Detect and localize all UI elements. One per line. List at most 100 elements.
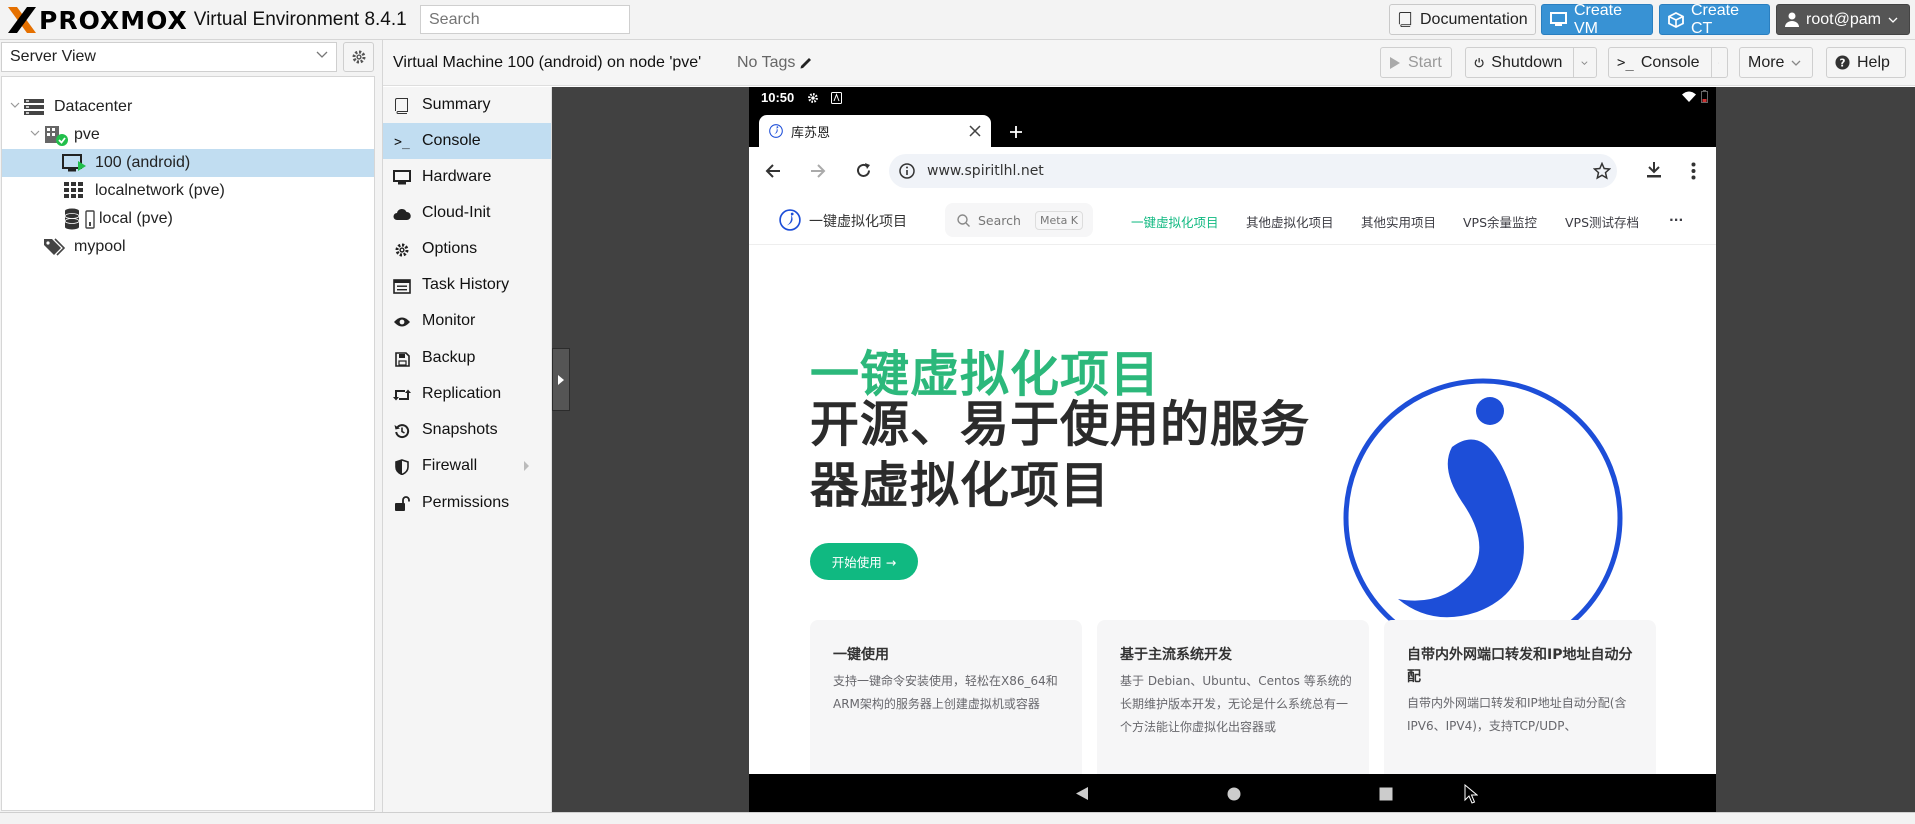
close-icon[interactable] <box>969 125 981 137</box>
search-icon <box>957 214 970 227</box>
star-icon[interactable] <box>1593 162 1611 180</box>
nav-monitor[interactable]: Monitor <box>383 303 551 339</box>
chevron-down-icon[interactable] <box>1717 60 1719 66</box>
view-selector[interactable]: Server View <box>1 42 337 72</box>
site-search-button[interactable]: Search Meta K <box>945 203 1093 237</box>
feature-card-title: 自带内外网端口转发和IP地址自动分配 <box>1407 647 1633 685</box>
browser-tab[interactable]: 库苏恩 <box>759 115 991 147</box>
tree-item-label: mypool <box>74 238 126 255</box>
info-circle-icon[interactable] <box>899 163 915 179</box>
top-header: PROXMOX Virtual Environment 8.4.1 Docume… <box>0 0 1915 40</box>
collapse-chevron-icon[interactable] <box>30 130 40 137</box>
tree-item-vm-100[interactable]: 100 (android) <box>2 149 374 177</box>
nav-summary[interactable]: Summary <box>383 87 551 123</box>
vnc-console[interactable]: 10:50 库苏恩 www.spiritlhl.net 一键虚拟化项目 Sear… <box>552 87 1915 812</box>
web-page[interactable]: 一键虚拟化项目 Search Meta K 一键虚拟化项目 其他虚拟化项目 其他… <box>749 195 1716 774</box>
reload-icon[interactable] <box>855 162 872 179</box>
nav-permissions[interactable]: Permissions <box>383 485 551 521</box>
create-ct-button[interactable]: Create CT <box>1659 1 1770 37</box>
user-label: root@pam <box>1806 10 1881 28</box>
nav-console[interactable]: >_ Console <box>383 123 551 159</box>
proxmox-x-icon <box>8 7 36 33</box>
nav-firewall[interactable]: Firewall <box>383 448 551 484</box>
svg-text:?: ? <box>1840 57 1846 69</box>
collapse-chevron-icon[interactable] <box>10 102 20 109</box>
mouse-cursor-icon <box>1464 784 1478 804</box>
site-navbar: 一键虚拟化项目 Search Meta K 一键虚拟化项目 其他虚拟化项目 其他… <box>749 195 1716 245</box>
tree-item-local-storage[interactable]: local (pve) <box>2 205 374 233</box>
site-brand[interactable]: 一键虚拟化项目 <box>809 211 907 231</box>
tree-item-label: Datacenter <box>54 98 133 115</box>
feature-card-desc: 自带内外网端口转发和IP地址自动分配(含IPV6、IPV4)，支持TCP/UDP… <box>1407 696 1627 733</box>
site-nav-link-active[interactable]: 一键虚拟化项目 <box>1131 212 1219 231</box>
node-online-icon <box>45 126 68 146</box>
create-vm-button[interactable]: Create VM <box>1541 2 1653 37</box>
nav-cloud-init[interactable]: Cloud-Init <box>383 195 551 231</box>
android-back-icon[interactable] <box>1075 786 1089 801</box>
forward-arrow-icon[interactable] <box>810 163 826 179</box>
nav-backup[interactable]: Backup <box>383 340 551 376</box>
nav-snapshots[interactable]: Snapshots <box>383 412 551 448</box>
tree-item-pve[interactable]: pve <box>2 121 374 149</box>
terminal-icon: >_ <box>1617 54 1634 71</box>
user-menu-button[interactable]: root@pam <box>1776 4 1910 35</box>
nav-label: Firewall <box>422 457 478 474</box>
tree-settings-button[interactable] <box>343 42 374 72</box>
more-button[interactable]: More <box>1739 47 1813 78</box>
site-logo-icon[interactable] <box>779 209 801 231</box>
android-recents-icon[interactable] <box>1379 787 1393 801</box>
caret-right-icon[interactable] <box>523 461 530 471</box>
shutdown-button[interactable]: Shutdown <box>1465 47 1597 78</box>
android-home-icon[interactable] <box>1227 787 1241 801</box>
help-button[interactable]: ? Help <box>1826 47 1906 78</box>
floppy-disk-icon <box>393 350 411 368</box>
vm-nav-menu: Summary >_ Console Hardware Cloud-Init O… <box>383 87 552 812</box>
create-ct-label: Create CT <box>1691 1 1740 37</box>
tags-editor[interactable]: No Tags <box>737 54 813 72</box>
caret-right-icon <box>558 374 564 385</box>
nav-task-history[interactable]: Task History <box>383 267 551 303</box>
nav-label: Monitor <box>422 312 476 329</box>
site-nav-link[interactable]: VPS余量监控 <box>1463 212 1537 231</box>
download-icon[interactable] <box>1646 161 1662 179</box>
tree-item-localnetwork[interactable]: localnetwork (pve) <box>2 177 374 205</box>
content-panel: Virtual Machine 100 (android) on node 'p… <box>382 40 1915 812</box>
console-button[interactable]: >_ Console <box>1608 47 1728 78</box>
new-tab-plus-icon[interactable] <box>1009 125 1023 139</box>
start-button[interactable]: Start <box>1380 47 1452 78</box>
console-sidebar-toggle[interactable] <box>552 348 570 411</box>
feature-card-title: 一键使用 <box>833 647 889 663</box>
site-nav-link[interactable]: VPS测试存档 <box>1565 212 1639 231</box>
search-input[interactable] <box>420 5 630 34</box>
nav-options[interactable]: Options <box>383 231 551 267</box>
documentation-button[interactable]: Documentation <box>1389 4 1536 35</box>
tree-item-mypool[interactable]: mypool <box>2 233 374 261</box>
site-nav-link[interactable]: 其他虚拟化项目 <box>1246 212 1334 231</box>
back-arrow-icon[interactable] <box>765 163 781 179</box>
terminal-icon: >_ <box>394 134 410 150</box>
nav-label: Cloud-Init <box>422 204 491 221</box>
book-icon <box>393 97 411 115</box>
cube-icon <box>1668 11 1684 28</box>
site-more-menu[interactable]: ··· <box>1669 212 1683 227</box>
feature-card-desc: 支持一键命令安装使用，轻松在X86_64和ARM架构的服务器上创建虚拟机或容器 <box>833 674 1058 711</box>
play-icon <box>1390 56 1400 69</box>
site-nav-link[interactable]: 其他实用项目 <box>1361 212 1436 231</box>
status-time: 10:50 <box>761 90 795 105</box>
get-started-button[interactable]: 开始使用 → <box>810 543 918 580</box>
nav-label: Task History <box>422 276 510 293</box>
network-grid-icon <box>64 182 83 198</box>
tree-item-datacenter[interactable]: Datacenter <box>2 93 374 121</box>
nav-label: Permissions <box>422 494 510 511</box>
retweet-icon <box>393 386 411 404</box>
more-vertical-icon[interactable] <box>1691 162 1696 180</box>
proxmox-logo[interactable]: PROXMOX Virtual Environment 8.4.1 <box>6 3 407 37</box>
storage-icon <box>64 208 95 230</box>
nav-replication[interactable]: Replication <box>383 376 551 412</box>
nav-hardware[interactable]: Hardware <box>383 159 551 195</box>
url-field[interactable]: www.spiritlhl.net <box>889 154 1617 188</box>
android-screen[interactable]: 10:50 库苏恩 www.spiritlhl.net 一键虚拟化项目 Sear… <box>749 87 1716 812</box>
site-search-label: Search <box>978 213 1021 228</box>
chevron-down-icon[interactable] <box>1581 60 1588 66</box>
pencil-icon[interactable] <box>799 56 813 70</box>
